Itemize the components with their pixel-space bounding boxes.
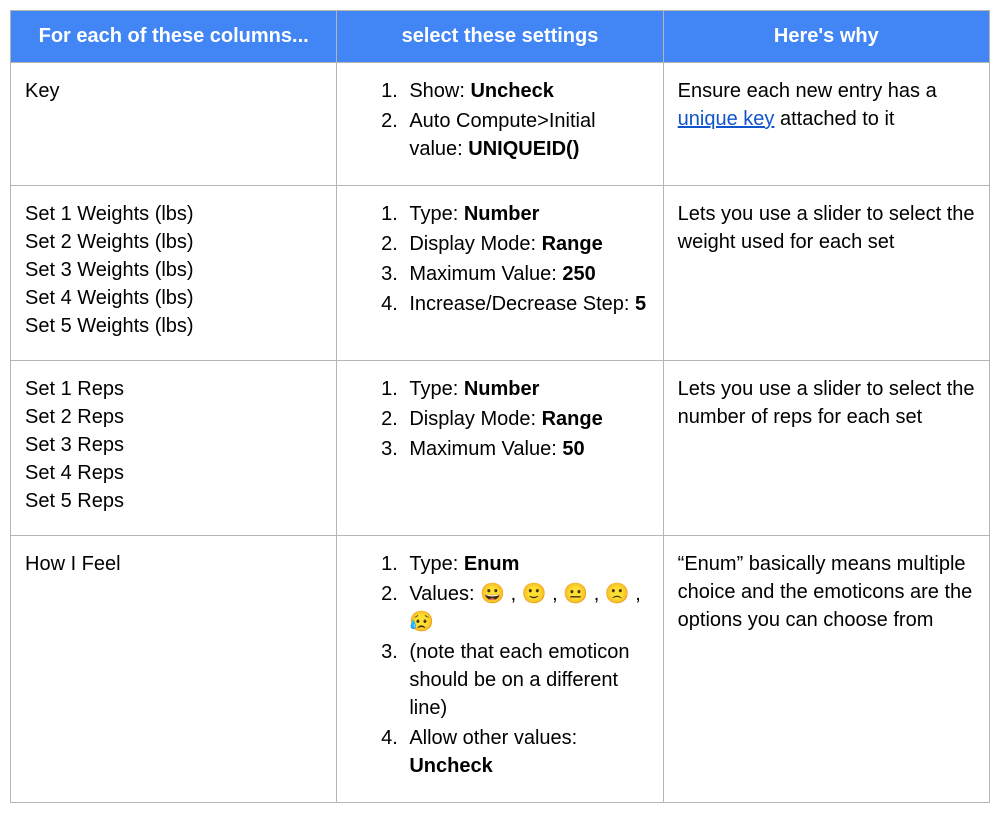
why-cell: Lets you use a slider to select the weig… xyxy=(663,186,989,361)
table-row: Set 1 Weights (lbs) Set 2 Weights (lbs) … xyxy=(11,186,990,361)
setting-value: 250 xyxy=(562,263,595,285)
setting-label: Allow other values: xyxy=(409,727,577,749)
setting-label: Display Mode: xyxy=(409,408,541,430)
settings-table: For each of these columns... select thes… xyxy=(10,10,990,803)
setting-item: Type: Enum xyxy=(403,550,648,578)
setting-item: Increase/Decrease Step: 5 xyxy=(403,290,648,318)
setting-value: Enum xyxy=(464,553,520,575)
setting-label: Increase/Decrease Step: xyxy=(409,293,635,315)
column-name: Set 5 Reps xyxy=(25,487,322,515)
settings-cell: Type: Enum Values: 😀 , 🙂 , 😐 , 🙁 , 😥 (no… xyxy=(337,536,663,803)
columns-cell: How I Feel xyxy=(11,536,337,803)
setting-value: 5 xyxy=(635,293,646,315)
column-name: How I Feel xyxy=(25,550,322,578)
why-text-pre: Ensure each new entry has a xyxy=(678,80,937,102)
setting-value: Number xyxy=(464,203,540,225)
header-row: For each of these columns... select thes… xyxy=(11,11,990,63)
setting-value: Range xyxy=(542,408,603,430)
why-cell: Lets you use a slider to select the numb… xyxy=(663,361,989,536)
setting-value: Range xyxy=(542,233,603,255)
setting-item: Maximum Value: 50 xyxy=(403,435,648,463)
table-row: Set 1 Reps Set 2 Reps Set 3 Reps Set 4 R… xyxy=(11,361,990,536)
setting-value: Number xyxy=(464,378,540,400)
setting-item: Auto Compute>Initial value: UNIQUEID() xyxy=(403,107,648,163)
setting-value: 50 xyxy=(562,438,584,460)
setting-label: Maximum Value: xyxy=(409,438,562,460)
column-name: Set 4 Reps xyxy=(25,459,322,487)
why-cell: “Enum” basically means multiple choice a… xyxy=(663,536,989,803)
setting-item: Type: Number xyxy=(403,200,648,228)
column-name: Set 3 Weights (lbs) xyxy=(25,256,322,284)
column-name: Key xyxy=(25,77,322,105)
setting-label: Maximum Value: xyxy=(409,263,562,285)
column-name: Set 4 Weights (lbs) xyxy=(25,284,322,312)
setting-item: (note that each emoticon should be on a … xyxy=(403,638,648,722)
setting-value: Uncheck xyxy=(409,755,492,777)
setting-label: (note that each emoticon should be on a … xyxy=(409,641,629,719)
setting-label: Display Mode: xyxy=(409,233,541,255)
table-row: Key Show: Uncheck Auto Compute>Initial v… xyxy=(11,63,990,186)
settings-cell: Type: Number Display Mode: Range Maximum… xyxy=(337,361,663,536)
column-name: Set 3 Reps xyxy=(25,431,322,459)
setting-label: Type: xyxy=(409,378,463,400)
setting-item: Allow other values: Uncheck xyxy=(403,724,648,780)
column-name: Set 2 Reps xyxy=(25,403,322,431)
setting-item: Maximum Value: 250 xyxy=(403,260,648,288)
column-name: Set 2 Weights (lbs) xyxy=(25,228,322,256)
why-text-post: attached to it xyxy=(774,108,894,130)
table-row: How I Feel Type: Enum Values: 😀 , 🙂 , 😐 … xyxy=(11,536,990,803)
setting-item: Type: Number xyxy=(403,375,648,403)
settings-cell: Type: Number Display Mode: Range Maximum… xyxy=(337,186,663,361)
columns-cell: Set 1 Weights (lbs) Set 2 Weights (lbs) … xyxy=(11,186,337,361)
columns-cell: Key xyxy=(11,63,337,186)
header-columns: For each of these columns... xyxy=(11,11,337,63)
unique-key-link[interactable]: unique key xyxy=(678,108,775,130)
setting-item: Values: 😀 , 🙂 , 😐 , 🙁 , 😥 xyxy=(403,580,648,636)
setting-item: Show: Uncheck xyxy=(403,77,648,105)
column-name: Set 5 Weights (lbs) xyxy=(25,312,322,340)
setting-label: Values: 😀 , 🙂 , 😐 , 🙁 , 😥 xyxy=(409,583,641,633)
settings-cell: Show: Uncheck Auto Compute>Initial value… xyxy=(337,63,663,186)
setting-item: Display Mode: Range xyxy=(403,230,648,258)
setting-label: Type: xyxy=(409,553,463,575)
setting-value: UNIQUEID() xyxy=(468,138,579,160)
column-name: Set 1 Weights (lbs) xyxy=(25,200,322,228)
setting-item: Display Mode: Range xyxy=(403,405,648,433)
setting-value: Uncheck xyxy=(470,80,553,102)
header-why: Here's why xyxy=(663,11,989,63)
columns-cell: Set 1 Reps Set 2 Reps Set 3 Reps Set 4 R… xyxy=(11,361,337,536)
why-cell: Ensure each new entry has a unique key a… xyxy=(663,63,989,186)
header-settings: select these settings xyxy=(337,11,663,63)
setting-label: Type: xyxy=(409,203,463,225)
column-name: Set 1 Reps xyxy=(25,375,322,403)
setting-label: Show: xyxy=(409,80,470,102)
